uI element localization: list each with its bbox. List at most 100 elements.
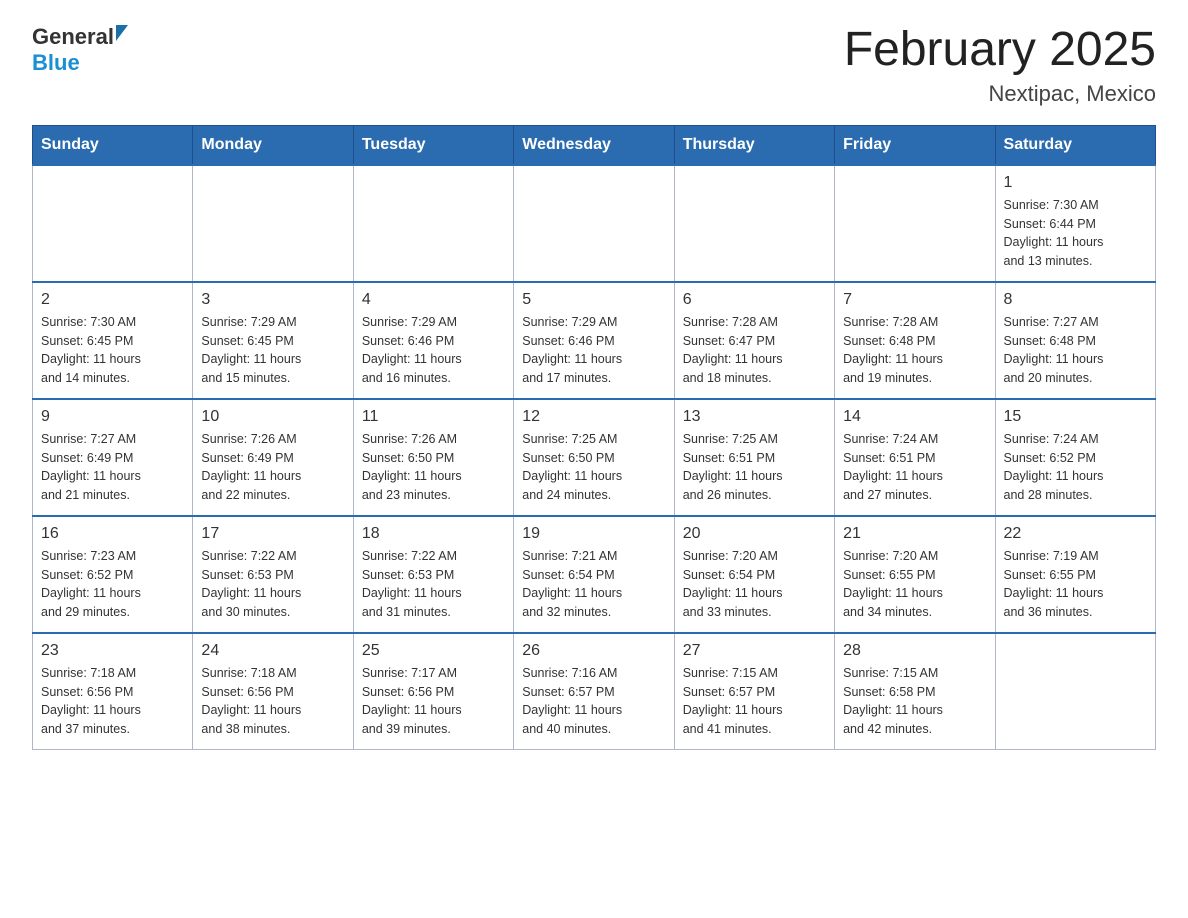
day-info: Sunrise: 7:27 AMSunset: 6:49 PMDaylight:… — [41, 430, 184, 505]
day-number: 27 — [683, 642, 826, 660]
day-number: 26 — [522, 642, 665, 660]
table-row: 8 Sunrise: 7:27 AMSunset: 6:48 PMDaylight… — [995, 282, 1155, 399]
day-number: 24 — [201, 642, 344, 660]
day-number: 12 — [522, 408, 665, 426]
page-header: General Blue February 2025 Nextipac, Mex… — [32, 24, 1156, 107]
day-info: Sunrise: 7:22 AMSunset: 6:53 PMDaylight:… — [201, 547, 344, 622]
header-thursday: Thursday — [674, 125, 834, 165]
table-row — [514, 165, 674, 282]
table-row: 27 Sunrise: 7:15 AMSunset: 6:57 PMDayligh… — [674, 633, 834, 750]
day-info: Sunrise: 7:28 AMSunset: 6:48 PMDaylight:… — [843, 313, 986, 388]
day-info: Sunrise: 7:30 AMSunset: 6:44 PMDaylight:… — [1004, 196, 1147, 271]
day-info: Sunrise: 7:25 AMSunset: 6:51 PMDaylight:… — [683, 430, 826, 505]
logo-triangle-icon — [116, 25, 128, 41]
table-row — [995, 633, 1155, 750]
day-info: Sunrise: 7:18 AMSunset: 6:56 PMDaylight:… — [41, 664, 184, 739]
table-row — [33, 165, 193, 282]
header-wednesday: Wednesday — [514, 125, 674, 165]
day-info: Sunrise: 7:21 AMSunset: 6:54 PMDaylight:… — [522, 547, 665, 622]
day-number: 28 — [843, 642, 986, 660]
day-info: Sunrise: 7:28 AMSunset: 6:47 PMDaylight:… — [683, 313, 826, 388]
day-number: 8 — [1004, 291, 1147, 309]
day-number: 6 — [683, 291, 826, 309]
day-info: Sunrise: 7:19 AMSunset: 6:55 PMDaylight:… — [1004, 547, 1147, 622]
table-row: 20Sunrise: 7:20 AMSunset: 6:54 PMDayligh… — [674, 516, 834, 633]
day-number: 19 — [522, 525, 665, 543]
title-block: February 2025 Nextipac, Mexico — [844, 24, 1156, 107]
day-info: Sunrise: 7:20 AMSunset: 6:55 PMDaylight:… — [843, 547, 986, 622]
day-number: 14 — [843, 408, 986, 426]
calendar-week-row: 9Sunrise: 7:27 AMSunset: 6:49 PMDaylight… — [33, 399, 1156, 516]
header-sunday: Sunday — [33, 125, 193, 165]
day-number: 7 — [843, 291, 986, 309]
table-row: 23 Sunrise: 7:18 AMSunset: 6:56 PMDayligh… — [33, 633, 193, 750]
table-row: 26Sunrise: 7:16 AMSunset: 6:57 PMDayligh… — [514, 633, 674, 750]
day-info: Sunrise: 7:15 AMSunset: 6:57 PMDaylight:… — [683, 664, 826, 739]
table-row: 2 Sunrise: 7:30 AMSunset: 6:45 PMDaylight… — [33, 282, 193, 399]
day-number: 23 — [41, 642, 184, 660]
table-row — [193, 165, 353, 282]
day-info: Sunrise: 7:24 AMSunset: 6:51 PMDaylight:… — [843, 430, 986, 505]
calendar-week-row: 23 Sunrise: 7:18 AMSunset: 6:56 PMDayligh… — [33, 633, 1156, 750]
logo: General Blue — [32, 24, 128, 76]
table-row: 13 Sunrise: 7:25 AMSunset: 6:51 PMDayligh… — [674, 399, 834, 516]
day-number: 15 — [1004, 408, 1147, 426]
calendar-table: Sunday Monday Tuesday Wednesday Thursday… — [32, 125, 1156, 750]
day-number: 21 — [843, 525, 986, 543]
day-number: 10 — [201, 408, 344, 426]
table-row: 5 Sunrise: 7:29 AMSunset: 6:46 PMDaylight… — [514, 282, 674, 399]
table-row: 22Sunrise: 7:19 AMSunset: 6:55 PMDayligh… — [995, 516, 1155, 633]
day-number: 18 — [362, 525, 505, 543]
table-row: 10 Sunrise: 7:26 AMSunset: 6:49 PMDayligh… — [193, 399, 353, 516]
calendar-week-row: 2 Sunrise: 7:30 AMSunset: 6:45 PMDaylight… — [33, 282, 1156, 399]
day-number: 4 — [362, 291, 505, 309]
day-info: Sunrise: 7:22 AMSunset: 6:53 PMDaylight:… — [362, 547, 505, 622]
month-title: February 2025 — [844, 24, 1156, 77]
calendar-week-row: 1 Sunrise: 7:30 AMSunset: 6:44 PMDaylight… — [33, 165, 1156, 282]
day-number: 16 — [41, 525, 184, 543]
table-row: 3 Sunrise: 7:29 AMSunset: 6:45 PMDaylight… — [193, 282, 353, 399]
day-info: Sunrise: 7:29 AMSunset: 6:46 PMDaylight:… — [522, 313, 665, 388]
header-tuesday: Tuesday — [353, 125, 513, 165]
day-info: Sunrise: 7:30 AMSunset: 6:45 PMDaylight:… — [41, 313, 184, 388]
table-row: 16 Sunrise: 7:23 AMSunset: 6:52 PMDayligh… — [33, 516, 193, 633]
day-number: 2 — [41, 291, 184, 309]
day-number: 11 — [362, 408, 505, 426]
day-number: 3 — [201, 291, 344, 309]
day-info: Sunrise: 7:24 AMSunset: 6:52 PMDaylight:… — [1004, 430, 1147, 505]
day-number: 25 — [362, 642, 505, 660]
day-info: Sunrise: 7:18 AMSunset: 6:56 PMDaylight:… — [201, 664, 344, 739]
table-row: 6 Sunrise: 7:28 AMSunset: 6:47 PMDaylight… — [674, 282, 834, 399]
day-info: Sunrise: 7:27 AMSunset: 6:48 PMDaylight:… — [1004, 313, 1147, 388]
table-row: 11Sunrise: 7:26 AMSunset: 6:50 PMDayligh… — [353, 399, 513, 516]
header-monday: Monday — [193, 125, 353, 165]
day-info: Sunrise: 7:29 AMSunset: 6:46 PMDaylight:… — [362, 313, 505, 388]
table-row: 28 Sunrise: 7:15 AMSunset: 6:58 PMDayligh… — [835, 633, 995, 750]
table-row: 7 Sunrise: 7:28 AMSunset: 6:48 PMDaylight… — [835, 282, 995, 399]
table-row: 21 Sunrise: 7:20 AMSunset: 6:55 PMDayligh… — [835, 516, 995, 633]
table-row: 12Sunrise: 7:25 AMSunset: 6:50 PMDayligh… — [514, 399, 674, 516]
table-row: 4 Sunrise: 7:29 AMSunset: 6:46 PMDaylight… — [353, 282, 513, 399]
table-row: 15 Sunrise: 7:24 AMSunset: 6:52 PMDayligh… — [995, 399, 1155, 516]
table-row: 25 Sunrise: 7:17 AMSunset: 6:56 PMDayligh… — [353, 633, 513, 750]
table-row: 14 Sunrise: 7:24 AMSunset: 6:51 PMDayligh… — [835, 399, 995, 516]
table-row: 9Sunrise: 7:27 AMSunset: 6:49 PMDaylight… — [33, 399, 193, 516]
day-info: Sunrise: 7:15 AMSunset: 6:58 PMDaylight:… — [843, 664, 986, 739]
day-number: 5 — [522, 291, 665, 309]
location: Nextipac, Mexico — [844, 81, 1156, 107]
day-number: 17 — [201, 525, 344, 543]
day-number: 1 — [1004, 174, 1147, 192]
table-row — [353, 165, 513, 282]
calendar-header-row: Sunday Monday Tuesday Wednesday Thursday… — [33, 125, 1156, 165]
header-friday: Friday — [835, 125, 995, 165]
logo-general: General — [32, 24, 114, 50]
day-info: Sunrise: 7:29 AMSunset: 6:45 PMDaylight:… — [201, 313, 344, 388]
day-number: 20 — [683, 525, 826, 543]
day-info: Sunrise: 7:26 AMSunset: 6:49 PMDaylight:… — [201, 430, 344, 505]
day-info: Sunrise: 7:23 AMSunset: 6:52 PMDaylight:… — [41, 547, 184, 622]
table-row — [674, 165, 834, 282]
table-row: 1 Sunrise: 7:30 AMSunset: 6:44 PMDaylight… — [995, 165, 1155, 282]
logo-blue: Blue — [32, 50, 80, 75]
day-number: 13 — [683, 408, 826, 426]
day-info: Sunrise: 7:17 AMSunset: 6:56 PMDaylight:… — [362, 664, 505, 739]
